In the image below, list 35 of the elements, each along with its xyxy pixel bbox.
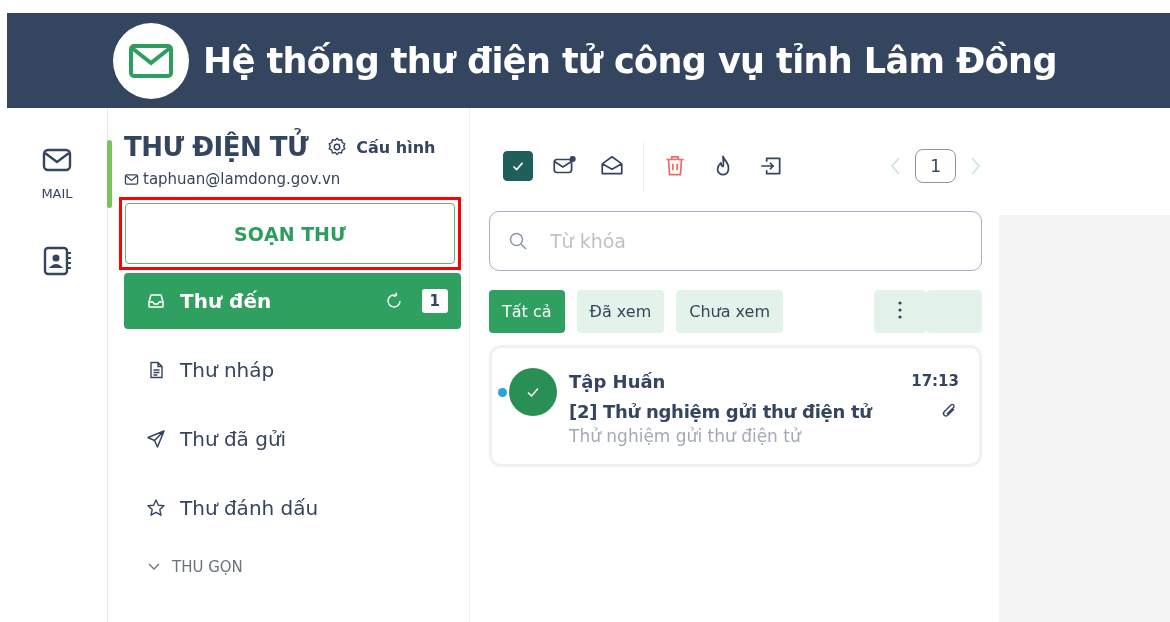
mail-label: MAIL [41,186,73,201]
search-icon [508,231,528,251]
folder-item[interactable]: Thư đã gửi [124,411,461,467]
search-input[interactable]: Từ khóa [548,229,981,253]
envelope-icon [124,171,139,187]
avatar-checkbox[interactable] [509,368,557,416]
settings-link[interactable]: Cấu hình [326,136,436,158]
folder-label: Thư đánh dấu [180,496,319,520]
chevron-down-icon [148,563,160,571]
sender-name: Tập Huấn [569,370,666,392]
folder-label: Thư nháp [180,358,275,382]
folder-label: Thư đã gửi [180,427,287,451]
filter-tab[interactable]: Chưa xem [676,290,783,333]
contact-book-icon[interactable] [41,245,73,277]
page-number-field[interactable]: 1 [915,149,956,183]
search-field[interactable]: Từ khóa [489,211,982,271]
message-preview: Thử nghiệm gửi thư điện tử [569,426,803,446]
app-title: Hệ thống thư điện tử công vụ tỉnh Lâm Đồng [203,40,1057,81]
select-all-checkbox[interactable] [503,151,533,181]
send-icon [146,429,166,449]
more-icon [898,299,902,320]
inbox-icon [146,291,166,311]
folder-item[interactable]: Thư đến 1 [124,273,461,329]
folder-item[interactable]: Thư đánh dấu [124,480,461,536]
folder-item[interactable]: Thư nháp [124,342,461,398]
folder-label: Thư đến [180,289,272,313]
star-icon [146,498,166,518]
message-subject: [2] Thử nghiệm gửi thư điện tử [569,400,872,422]
unread-count: 1 [421,289,448,313]
filter-tab[interactable]: Đã xem [576,290,665,333]
account-email: taphuan@lamdong.gov.vn [143,170,341,188]
message-card[interactable]: Tập Huấn 17:13 [2] Thử nghiệm gửi thư điện tử Thử nghiệm gửi thư điện tử [489,345,982,467]
collapse-toggle[interactable]: THU GỌN [124,558,243,576]
message-time: 17:13 [911,372,959,390]
envelope-logo-icon [113,22,189,99]
